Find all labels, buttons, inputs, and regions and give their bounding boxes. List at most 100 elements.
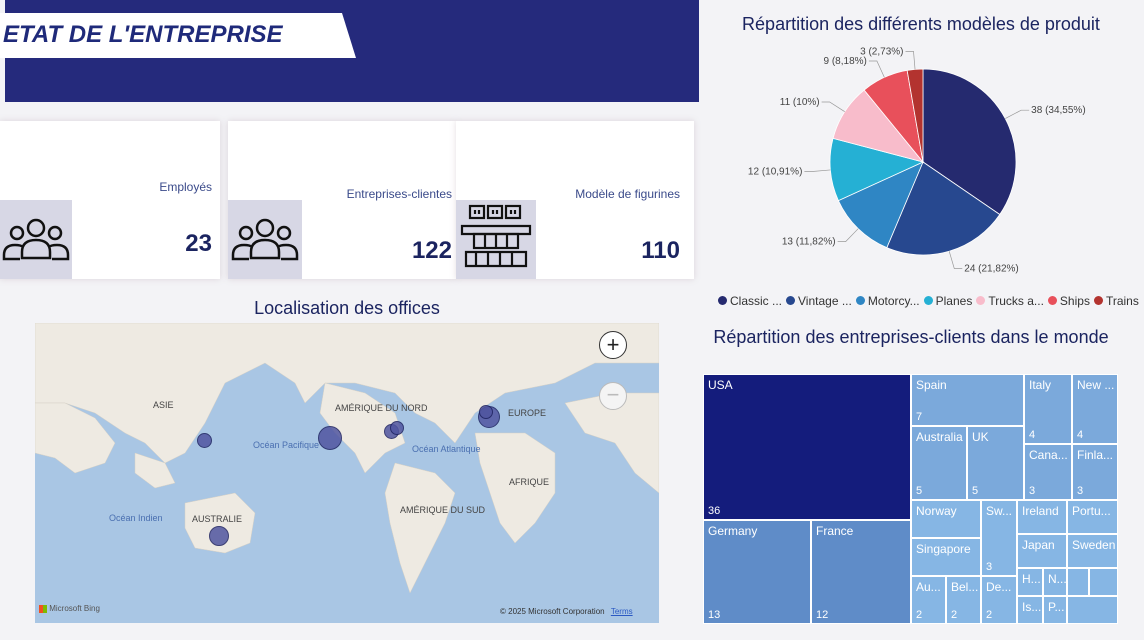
treemap-cell-value: 3: [1077, 485, 1084, 497]
microsoft-logo-icon: [39, 604, 47, 613]
treemap-cell[interactable]: USA 36: [703, 374, 911, 520]
treemap-cell[interactable]: Is...: [1017, 596, 1043, 624]
treemap-cell-value: 3: [986, 561, 993, 573]
treemap-cell-value: 5: [972, 485, 979, 497]
treemap-cell-label: Singapore: [916, 542, 971, 556]
product-boxes-icon: [456, 200, 536, 279]
treemap-cell-label: USA: [708, 378, 733, 392]
treemap-cell[interactable]: Germany 13: [703, 520, 811, 624]
treemap-cell[interactable]: Bel... 2: [946, 576, 981, 624]
treemap-chart[interactable]: USA 36 Germany 13 France 12 Spain 7 Australia 5 UK…: [703, 374, 1118, 624]
treemap-cell[interactable]: Sw... 3: [981, 500, 1017, 576]
office-marker[interactable]: [318, 426, 342, 450]
pie-leader-line: [1005, 109, 1030, 119]
legend-item[interactable]: Trucks a...: [976, 294, 1044, 308]
office-marker[interactable]: [479, 405, 493, 419]
treemap-cell-label: France: [816, 524, 854, 538]
treemap-cell-label: Japan: [1022, 538, 1055, 552]
legend-item[interactable]: Ships: [1047, 293, 1090, 308]
pie-leader-line: [905, 51, 916, 70]
treemap-cell-label: Cana...: [1029, 448, 1068, 462]
people-icon: [228, 200, 302, 279]
treemap-cell[interactable]: Portu...: [1067, 500, 1118, 534]
legend-item[interactable]: Vintage ...: [786, 294, 852, 308]
treemap-cell-label: Portu...: [1072, 504, 1111, 518]
treemap-cell[interactable]: [1067, 568, 1089, 596]
office-marker[interactable]: [197, 433, 212, 448]
zoom-in-button[interactable]: +: [599, 331, 627, 359]
legend-label: Trains: [1105, 293, 1139, 308]
kpi-value: 110: [641, 237, 680, 264]
pie-data-label: 11 (10%): [780, 97, 820, 108]
treemap-cell-label: De...: [986, 580, 1012, 594]
pie-data-label: 12 (10,91%): [748, 166, 802, 177]
treemap-cell[interactable]: Norway: [911, 500, 981, 538]
treemap-cell-value: 2: [951, 609, 958, 621]
map-label-australie: AUSTRALIE: [192, 514, 243, 524]
treemap-cell-value: 12: [816, 609, 829, 621]
treemap-cell[interactable]: H...: [1017, 568, 1043, 596]
treemap-cell[interactable]: N...: [1043, 568, 1067, 596]
kpi-value: 23: [185, 230, 212, 257]
pie-data-label: 24 (21,82%): [964, 264, 1018, 275]
pie-chart[interactable]: 38 (34,55%) 24 (21,82%) 13 (11,82%) 12 (10,…: [706, 40, 1144, 290]
treemap-cell[interactable]: UK 5: [967, 426, 1024, 500]
kpi-card-employees[interactable]: Employés 23: [0, 121, 220, 279]
treemap-cell[interactable]: New ... 4: [1072, 374, 1118, 444]
pie-data-label: 38 (34,55%): [1031, 105, 1085, 116]
treemap-cell[interactable]: Cana... 3: [1024, 444, 1072, 500]
treemap-cell[interactable]: Singapore: [911, 538, 981, 576]
pie-leader-line: [821, 101, 845, 113]
treemap-title: Répartition des entreprises-clients dans…: [713, 327, 1109, 347]
kpi-card-models[interactable]: Modèle de figurines 110: [456, 121, 694, 279]
legend-item[interactable]: Classic ...: [718, 294, 782, 308]
treemap-cell-value: 4: [1077, 429, 1084, 441]
treemap-cell-label: Italy: [1029, 378, 1052, 392]
treemap-cell-label: Sw...: [986, 504, 1013, 518]
legend-item[interactable]: Planes: [923, 293, 973, 308]
kpi-label: Entreprises-clientes: [346, 187, 452, 201]
treemap-cell[interactable]: Spain 7: [911, 374, 1024, 426]
treemap-cell-label: Au...: [916, 580, 941, 594]
treemap-cell[interactable]: Finla... 3: [1072, 444, 1118, 500]
office-map[interactable]: ASIE AMÉRIQUE DU NORD EUROPE AFRIQUE AMÉ…: [35, 323, 659, 623]
map-label-amerique-sud: AMÉRIQUE DU SUD: [400, 505, 486, 515]
treemap-cell[interactable]: Ireland: [1017, 500, 1067, 534]
kpi-card-clients[interactable]: Entreprises-clientes 122: [228, 121, 456, 279]
treemap-cell[interactable]: De... 2: [981, 576, 1017, 624]
pie-title: Répartition des différents modèles de pr…: [742, 14, 1100, 34]
treemap-cell-value: 36: [708, 505, 721, 517]
legend-item[interactable]: Trains: [1093, 293, 1139, 308]
map-label-amerique-nord: AMÉRIQUE DU NORD: [335, 403, 428, 413]
treemap-cell[interactable]: France 12: [811, 520, 911, 624]
office-marker[interactable]: [390, 421, 404, 435]
treemap-cell[interactable]: [1089, 568, 1118, 596]
map-label-ocean-indien: Océan Indien: [109, 513, 163, 523]
treemap-cell[interactable]: [1067, 596, 1118, 624]
terms-link[interactable]: Terms: [611, 607, 633, 616]
map-label-ocean-pacifique: Océan Pacifique: [253, 440, 320, 450]
legend-item[interactable]: Motorcy...: [855, 294, 920, 308]
office-marker[interactable]: [209, 526, 229, 546]
treemap-cell[interactable]: Australia 5: [911, 426, 967, 500]
treemap-cell[interactable]: Sweden: [1067, 534, 1118, 568]
treemap-cell-value: 5: [916, 485, 923, 497]
map-label-afrique: AFRIQUE: [509, 477, 550, 487]
legend-label: Ships: [1059, 293, 1090, 308]
treemap-cell-value: 3: [1029, 485, 1036, 497]
map-label-asie: ASIE: [153, 400, 174, 410]
treemap-cell[interactable]: Japan: [1017, 534, 1067, 568]
treemap-cell-label: Sweden: [1072, 538, 1116, 552]
legend-label: Planes: [935, 293, 973, 308]
treemap-cell-value: 13: [708, 609, 721, 621]
treemap-cell[interactable]: P...: [1043, 596, 1067, 624]
legend-dot-icon: [923, 296, 933, 305]
treemap-cell[interactable]: Au... 2: [911, 576, 946, 624]
zoom-out-button[interactable]: −: [599, 382, 627, 410]
treemap-cell-label: Bel...: [951, 580, 979, 594]
treemap-cell-label: Ireland: [1022, 504, 1059, 518]
treemap-cell-label: New ...: [1077, 378, 1115, 392]
title-tab: ETAT DE L'ENTREPRISE: [0, 13, 356, 58]
pie-data-label: 3 (2,73%): [860, 46, 903, 57]
treemap-cell[interactable]: Italy 4: [1024, 374, 1072, 444]
